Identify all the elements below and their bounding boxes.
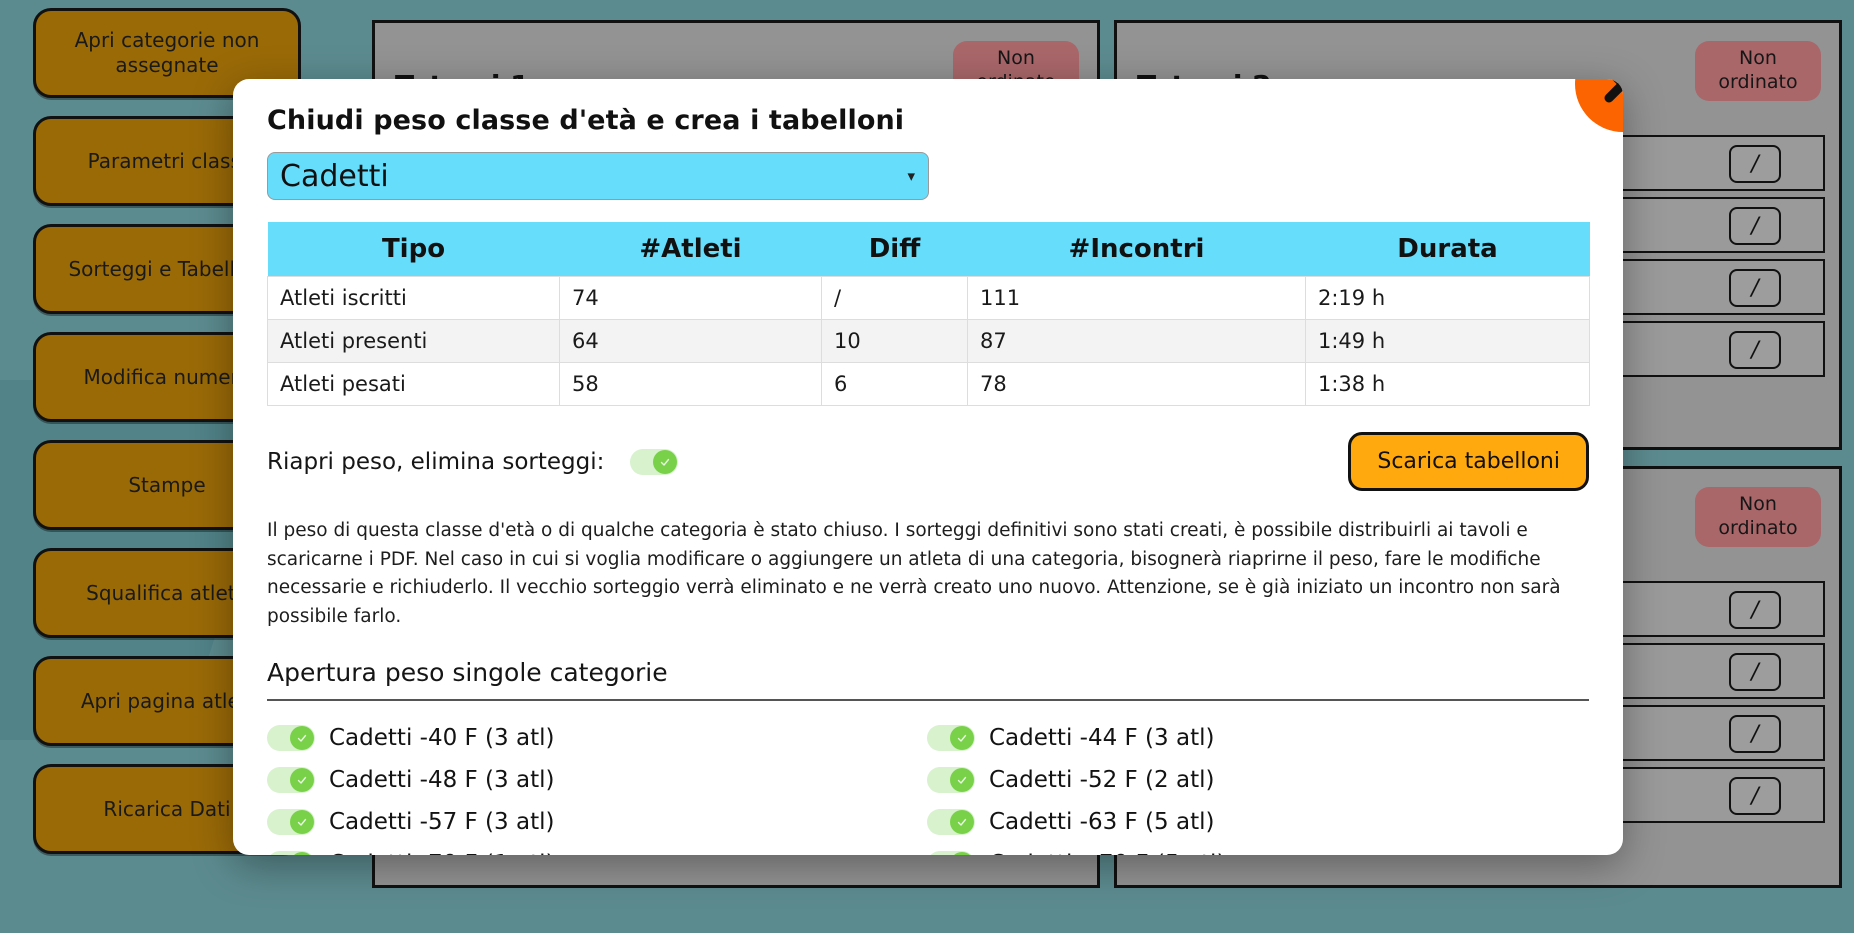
cell-incontri: 111 <box>967 276 1306 320</box>
category-label: Cadetti -44 F (3 atl) <box>989 724 1215 751</box>
category-toggle[interactable] <box>267 724 315 751</box>
category-label: Cadetti -48 F (3 atl) <box>329 766 555 793</box>
cell-atleti: 58 <box>559 362 822 406</box>
list-item: Cadetti -63 F (5 atl) <box>927 808 1487 835</box>
cell-diff: 10 <box>821 319 968 363</box>
check-icon <box>297 818 307 826</box>
category-label: Cadetti +70 F (5 atl) <box>989 851 1225 855</box>
modal-overlay: Chiudi peso classe d'età e crea i tabell… <box>0 0 1854 933</box>
check-icon <box>661 458 670 466</box>
toggle-knob <box>653 449 678 474</box>
download-brackets-button[interactable]: Scarica tabelloni <box>1348 432 1589 491</box>
category-label: Cadetti -70 F (1 atl) <box>329 851 554 855</box>
toggle-knob <box>950 809 974 834</box>
check-icon <box>297 776 307 784</box>
cell-incontri: 87 <box>967 319 1306 363</box>
check-icon <box>957 818 967 826</box>
table-row: Atleti presenti 64 10 87 1:49 h <box>267 319 1590 363</box>
list-item: Cadetti -70 F (1 atl) <box>267 850 827 855</box>
cell-tipo: Atleti presenti <box>267 319 560 363</box>
cell-durata: 2:19 h <box>1305 276 1590 320</box>
toggle-knob <box>290 851 314 855</box>
summary-table: Tipo #Atleti Diff #Incontri Durata Atlet… <box>267 222 1590 406</box>
category-toggle[interactable] <box>267 808 315 835</box>
list-item: Cadetti -52 F (2 atl) <box>927 766 1487 793</box>
toggle-knob <box>290 809 314 834</box>
table-row: Atleti iscritti 74 / 111 2:19 h <box>267 276 1590 320</box>
column-header-tipo: Tipo <box>267 222 560 277</box>
category-toggle[interactable] <box>267 850 315 855</box>
table-header-row: Tipo #Atleti Diff #Incontri Durata <box>267 222 1590 277</box>
reopen-weight-row: Riapri peso, elimina sorteggi: Scarica t… <box>267 432 1589 491</box>
section-divider <box>267 698 1589 701</box>
toggle-knob <box>290 767 314 792</box>
column-header-atleti: #Atleti <box>559 222 822 277</box>
close-icon-glyph <box>1604 79 1623 103</box>
cell-diff: / <box>821 276 968 320</box>
column-header-diff: Diff <box>821 222 968 277</box>
table-row: Atleti pesati 58 6 78 1:38 h <box>267 362 1590 406</box>
check-icon <box>957 776 967 784</box>
cell-diff: 6 <box>821 362 968 406</box>
reopen-weight-toggle[interactable] <box>630 448 679 475</box>
list-item: Cadetti -48 F (3 atl) <box>267 766 827 793</box>
page-title: Chiudi peso classe d'età e crea i tabell… <box>267 105 905 136</box>
cell-atleti: 64 <box>559 319 822 363</box>
cell-tipo: Atleti pesati <box>267 362 560 406</box>
toggle-knob <box>290 725 314 750</box>
category-label: Cadetti -52 F (2 atl) <box>989 766 1215 793</box>
category-toggle[interactable] <box>267 766 315 793</box>
toggle-knob <box>950 767 974 792</box>
category-toggle[interactable] <box>927 766 975 793</box>
reopen-weight-label: Riapri peso, elimina sorteggi: <box>267 448 605 475</box>
class-select-wrapper: Cadetti ▾ <box>267 152 929 200</box>
category-label: Cadetti -40 F (3 atl) <box>329 724 555 751</box>
category-label: Cadetti -63 F (5 atl) <box>989 808 1215 835</box>
column-header-incontri: #Incontri <box>967 222 1306 277</box>
toggle-knob <box>950 725 974 750</box>
info-paragraph: Il peso di questa classe d'età o di qual… <box>267 520 1561 628</box>
toggle-knob <box>950 851 974 855</box>
list-item: Cadetti +70 F (5 atl) <box>927 850 1487 855</box>
list-item: Cadetti -44 F (3 atl) <box>927 724 1487 751</box>
category-toggle[interactable] <box>927 724 975 751</box>
category-label: Cadetti -57 F (3 atl) <box>329 808 555 835</box>
close-weight-modal: Chiudi peso classe d'età e crea i tabell… <box>233 79 1623 855</box>
cell-durata: 1:38 h <box>1305 362 1590 406</box>
check-icon <box>297 734 307 742</box>
category-toggle[interactable] <box>927 808 975 835</box>
cell-durata: 1:49 h <box>1305 319 1590 363</box>
list-item: Cadetti -57 F (3 atl) <box>267 808 827 835</box>
column-header-durata: Durata <box>1305 222 1590 277</box>
category-toggle[interactable] <box>927 850 975 855</box>
list-item: Cadetti -40 F (3 atl) <box>267 724 827 751</box>
section-heading-apertura-peso: Apertura peso singole categorie <box>267 657 668 687</box>
cell-atleti: 74 <box>559 276 822 320</box>
check-icon <box>957 734 967 742</box>
cell-tipo: Atleti iscritti <box>267 276 560 320</box>
cell-incontri: 78 <box>967 362 1306 406</box>
age-class-select[interactable]: Cadetti <box>267 152 929 200</box>
category-toggle-grid: Cadetti -40 F (3 atl) Cadetti -44 F (3 a… <box>267 724 1589 855</box>
